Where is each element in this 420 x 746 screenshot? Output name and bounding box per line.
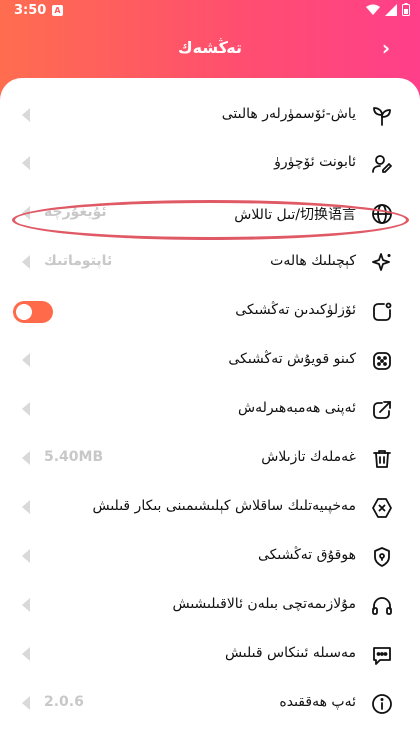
- signal-icon: [385, 3, 397, 16]
- setting-row-permissions[interactable]: ھوقۇق تەڭشىكى: [0, 537, 420, 577]
- info-icon: [370, 692, 394, 716]
- setting-row-privacy-revoke[interactable]: مەخپىيەتلىك ساقلاش كېلىشىمىنى بىكار قىلى…: [0, 488, 420, 528]
- setting-row-dark-mode[interactable]: ئاپتوماتىك كېچىلىك ھالەت: [0, 243, 420, 283]
- toggle-knob: [16, 304, 32, 320]
- battery-icon: [402, 3, 410, 16]
- setting-label: مەخپىيەتلىك ساقلاش كېلىشىمىنى بىكار قىلى…: [92, 498, 356, 514]
- share-icon: [370, 398, 394, 422]
- page-title: تەڭشەك: [178, 38, 242, 57]
- setting-label: كېچىلىك ھالەت: [270, 253, 356, 269]
- rounded-square-icon: [370, 300, 394, 324]
- setting-row-contact-support[interactable]: مۇلازىمەتچى بىلەن ئالاقىلىشىش: [0, 586, 420, 626]
- back-button[interactable]: ›: [374, 36, 398, 60]
- chevron-left-icon: [22, 255, 30, 269]
- chat-icon: [370, 643, 394, 667]
- setting-row-clear-cache[interactable]: 5.40MB غەملەك تازىلاش: [0, 439, 420, 479]
- status-time: 3:50: [14, 3, 47, 18]
- user-edit-icon: [370, 152, 394, 176]
- setting-label: ئۆزلۈكىدىن تەڭشىكى: [235, 302, 356, 318]
- highlight-annotation: [12, 200, 409, 240]
- chevron-left-icon: [22, 402, 30, 416]
- setting-value: 2.0.6: [44, 694, 84, 710]
- setting-label: مۇلازىمەتچى بىلەن ئالاقىلىشىش: [172, 596, 356, 612]
- setting-label: ئەپنى ھەمبەھىرلەش: [238, 400, 356, 416]
- headset-icon: [370, 594, 394, 618]
- setting-value: 5.40MB: [44, 449, 104, 465]
- notification-icon: A: [52, 5, 63, 16]
- setting-label: ياش-ئۆسمۈرلەر ھالىتى: [221, 106, 356, 122]
- setting-label: مەسىلە ئىنكاس قىلىش: [224, 645, 356, 661]
- chevron-left-icon: [22, 696, 30, 710]
- chevron-left-icon: [22, 598, 30, 612]
- trash-icon: [370, 447, 394, 471]
- wifi-icon: [366, 4, 380, 15]
- shield-x-icon: [370, 496, 394, 520]
- status-bar: 3:50 A: [0, 0, 420, 24]
- setting-row-auto-settings: ئۆزلۈكىدىن تەڭشىكى: [0, 292, 420, 332]
- setting-label: غەملەك تازىلاش: [261, 449, 356, 465]
- setting-row-feedback[interactable]: مەسىلە ئىنكاس قىلىش: [0, 635, 420, 675]
- setting-label: ئابونت ئۆچۈرۈ: [274, 154, 356, 170]
- chevron-left-icon: [22, 451, 30, 465]
- setting-row-delete-account[interactable]: ئابونت ئۆچۈرۈ: [0, 144, 420, 184]
- chevron-left-icon: [22, 108, 30, 122]
- setting-row-teen-mode[interactable]: ياش-ئۆسمۈرلەر ھالىتى: [0, 96, 420, 136]
- chevron-left-icon: [22, 353, 30, 367]
- sparkle-icon: [370, 251, 394, 275]
- shield-lock-icon: [370, 545, 394, 569]
- setting-row-player[interactable]: كىنو قويۇش تەڭشىكى: [0, 341, 420, 381]
- auto-toggle[interactable]: [13, 301, 53, 323]
- chevron-left-icon: [22, 156, 30, 170]
- status-icons: [366, 3, 410, 16]
- setting-label: كىنو قويۇش تەڭشىكى: [228, 351, 356, 367]
- setting-value: ئاپتوماتىك: [44, 253, 113, 269]
- chevron-left-icon: [22, 500, 30, 514]
- title-bar: تەڭشەك ›: [0, 34, 420, 64]
- setting-label: ئەپ ھەققىدە: [279, 694, 356, 710]
- play-dots-icon: [370, 349, 394, 373]
- setting-row-about[interactable]: 2.0.6 ئەپ ھەققىدە: [0, 684, 420, 724]
- sprout-icon: [370, 104, 394, 128]
- setting-row-share[interactable]: ئەپنى ھەمبەھىرلەش: [0, 390, 420, 430]
- chevron-left-icon: [22, 647, 30, 661]
- chevron-left-icon: [22, 549, 30, 563]
- setting-label: ھوقۇق تەڭشىكى: [257, 547, 356, 563]
